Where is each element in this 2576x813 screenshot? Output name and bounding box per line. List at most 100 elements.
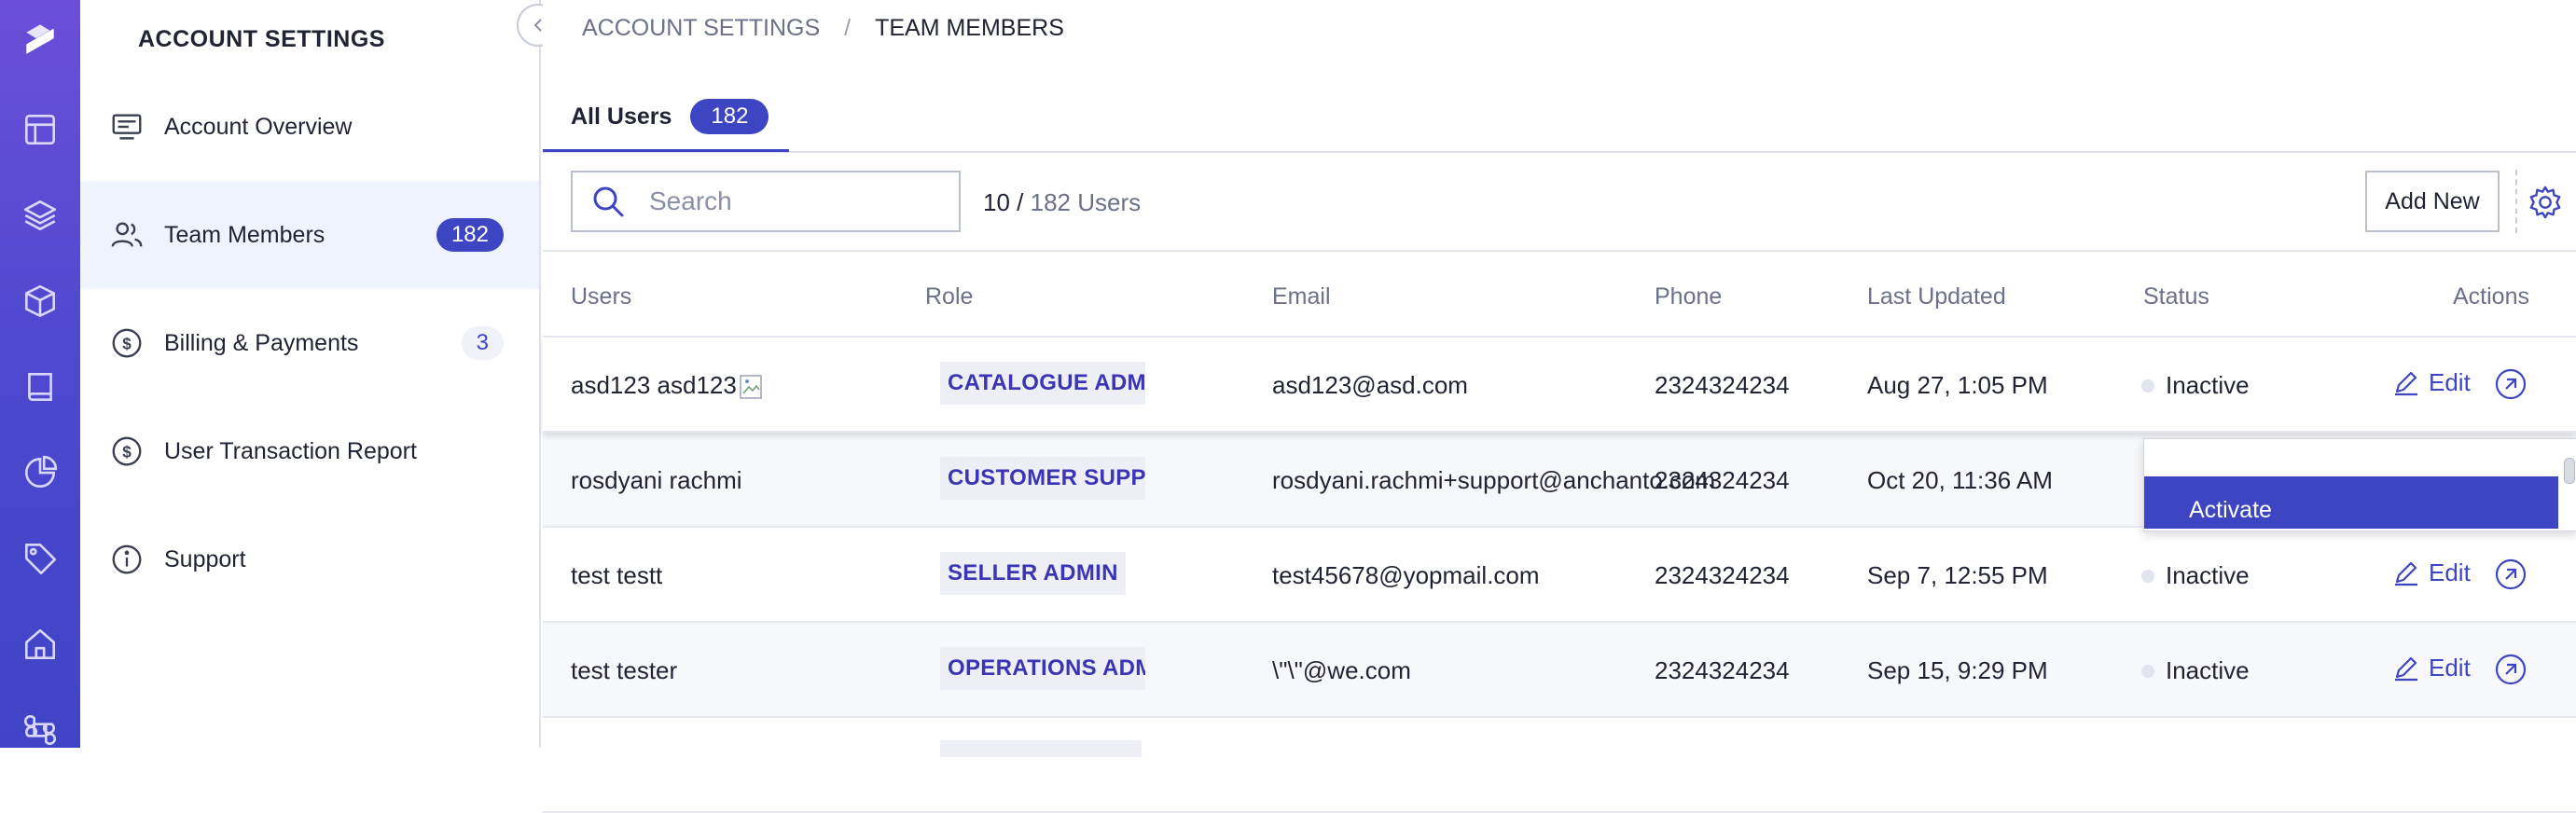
tab-label: All Users [571,103,672,130]
status-dot [2141,664,2154,678]
edit-button[interactable]: Edit [2391,558,2471,587]
sidebar-item-label: Support [164,545,246,572]
tab-all-users[interactable]: All Users 182 [571,82,769,151]
phone: 2324324234 [1655,466,1790,494]
phone: 2324324234 [1655,561,1790,589]
user-name: rosdyani rachmi [571,466,742,494]
tab-count-badge: 182 [690,99,769,134]
sidebar-item-label: User Transaction Report [164,437,417,464]
table-row[interactable]: test testt SELLER ADMIN test45678@yopmai… [543,528,2576,623]
box-icon[interactable] [0,269,80,334]
email: test45678@yopmail.com [1272,561,1540,589]
svg-text:$: $ [122,336,132,353]
sidebar-item-support[interactable]: Support [80,505,539,613]
last-updated: Sep 7, 12:55 PM [1867,561,2048,589]
sidebar-item-team-members[interactable]: Team Members 182 [80,181,539,289]
breadcrumb: ACCOUNT SETTINGS / TEAM MEMBERS [582,15,1064,42]
last-updated: Aug 27, 1:05 PM [1867,371,2048,399]
phone: 2324324234 [1655,656,1790,684]
column-header-phone[interactable]: Phone [1655,283,1722,310]
table-row[interactable]: asd123 asd123 CATALOGUE ADMIN asd123@asd… [543,338,2576,433]
active-tab-indicator [543,149,789,152]
breadcrumb-separator: / [844,15,852,41]
toolbar-divider [2515,170,2517,233]
search-box[interactable] [571,171,961,232]
gear-icon[interactable] [2528,185,2563,220]
dropdown-scrollbar[interactable] [2564,458,2575,484]
dollar-circle-icon: $ [108,324,145,362]
status-badge[interactable]: Inactive [2141,656,2250,685]
status-badge[interactable]: Inactive [2141,561,2250,590]
tab-bar: All Users 182 [543,82,2576,153]
layout-icon[interactable] [0,97,80,162]
monitor-icon [108,108,145,145]
table-header: Users Role Email Phone Last Updated Stat… [543,252,2576,338]
main-content: ACCOUNT SETTINGS / TEAM MEMBERS All User… [543,0,2576,813]
broken-image-icon [740,375,762,399]
svg-text:$: $ [122,444,132,462]
info-icon [108,541,145,578]
email: rosdyani.rachmi+support@anchanto.com [1272,466,1716,494]
search-icon [593,186,624,217]
add-new-button[interactable]: Add New [2365,171,2500,232]
sidebar-item-label: Billing & Payments [164,329,359,356]
sidebar-title: ACCOUNT SETTINGS [138,26,385,52]
book-icon[interactable] [0,354,80,420]
breadcrumb-current: TEAM MEMBERS [875,15,1064,41]
home-icon[interactable] [0,612,80,677]
breadcrumb-account-settings[interactable]: ACCOUNT SETTINGS [582,15,820,42]
table-row[interactable] [543,718,2576,813]
sidebar-item-label: Account Overview [164,113,353,140]
column-header-actions: Actions [2453,283,2529,310]
app-rail [0,0,80,748]
email: asd123@asd.com [1272,371,1468,399]
column-header-role[interactable]: Role [925,283,973,310]
dollar-circle-icon: $ [108,433,145,470]
column-header-email[interactable]: Email [1272,283,1331,310]
status-dot [2141,569,2154,583]
user-name: test tester [571,656,678,684]
pencil-icon [2395,371,2417,396]
column-header-last-updated[interactable]: Last Updated [1867,283,2006,310]
status-dropdown[interactable]: Activate [2143,438,2576,531]
table-row[interactable]: test tester OPERATIONS ADMIN \"\"@we.com… [543,623,2576,718]
phone: 2324324234 [1655,371,1790,399]
toolbar: 10 / 182 Users Add New [543,153,2576,252]
billing-count-badge: 3 [461,326,504,360]
pencil-icon [2395,656,2417,682]
user-name: asd123 asd123 [571,371,767,401]
total-count: 182 Users [1030,188,1142,216]
logo-icon[interactable] [0,4,80,69]
sidebar-item-user-transaction-report[interactable]: $ User Transaction Report [80,397,539,505]
team-count-badge: 182 [436,218,504,252]
edit-button[interactable]: Edit [2391,367,2471,397]
sidebar-item-account-overview[interactable]: Account Overview [80,73,539,181]
layers-icon[interactable] [0,183,80,248]
edit-button[interactable]: Edit [2391,653,2471,682]
status-dot [2141,379,2154,393]
last-updated: Oct 20, 11:36 AM [1867,466,2053,494]
tag-icon[interactable] [0,526,80,591]
redirect-icon[interactable] [2494,558,2528,591]
pie-chart-icon[interactable] [0,440,80,505]
role-badge: SELLER ADMIN [940,552,1126,595]
redirect-icon[interactable] [2494,653,2528,686]
pencil-icon [2395,561,2417,586]
role-badge: OPERATIONS ADMIN [940,647,1145,690]
settings-sidebar: ACCOUNT SETTINGS Account Overview Team M… [80,0,541,748]
dropdown-option-activate[interactable]: Activate [2144,476,2558,529]
status-badge[interactable]: Inactive [2141,371,2250,400]
last-updated: Sep 15, 9:29 PM [1867,656,2048,684]
column-header-users[interactable]: Users [571,283,631,310]
search-input[interactable] [647,186,931,217]
role-badge: CATALOGUE ADMIN [940,362,1145,405]
shown-count: 10 / [983,188,1024,216]
user-count: 10 / 182 Users [983,188,1141,217]
users-icon [108,216,145,254]
sidebar-item-billing-payments[interactable]: $ Billing & Payments 3 [80,289,539,397]
command-icon[interactable] [0,697,80,763]
redirect-icon[interactable] [2494,367,2528,401]
user-name: test testt [571,561,663,589]
sidebar-item-label: Team Members [164,221,325,248]
column-header-status[interactable]: Status [2143,283,2209,310]
